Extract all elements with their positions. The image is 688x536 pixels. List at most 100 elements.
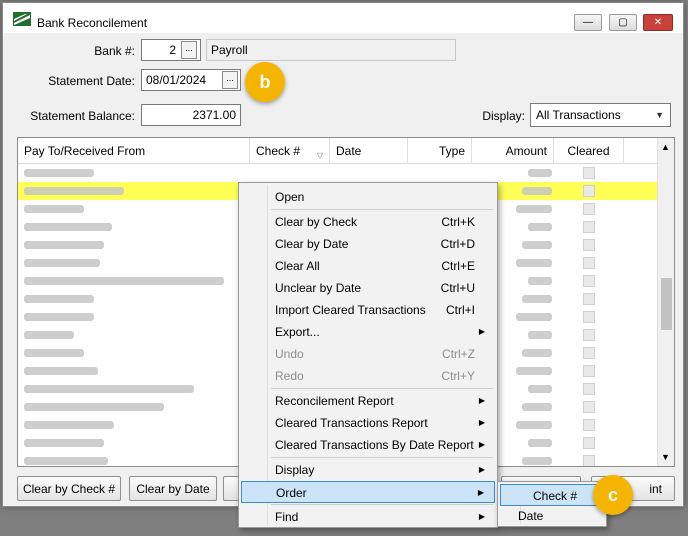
redacted-payee — [24, 187, 124, 195]
cleared-checkbox[interactable] — [583, 329, 595, 341]
redacted-amount — [528, 385, 552, 393]
menu-item-label: Open — [275, 190, 305, 204]
cleared-checkbox[interactable] — [583, 401, 595, 413]
minimize-button[interactable]: — — [574, 14, 602, 31]
cleared-checkbox[interactable] — [583, 383, 595, 395]
cleared-checkbox[interactable] — [583, 347, 595, 359]
cleared-checkbox[interactable] — [583, 167, 595, 179]
menu-item-label: Order — [276, 486, 307, 500]
cleared-checkbox[interactable] — [583, 185, 595, 197]
vertical-scrollbar[interactable]: ▲ ▼ — [657, 138, 674, 466]
cleared-checkbox[interactable] — [583, 203, 595, 215]
redacted-payee — [24, 349, 84, 357]
submenu-arrow-icon: ▶ — [477, 488, 484, 497]
menu-item-clear-by-check[interactable]: Clear by Check Ctrl+K — [241, 211, 495, 233]
cleared-checkbox[interactable] — [583, 365, 595, 377]
redacted-amount — [528, 169, 552, 177]
menu-item-display[interactable]: Display ▶ — [241, 459, 495, 481]
bank-lookup-button[interactable]: ... — [181, 41, 197, 59]
column-payee[interactable]: Pay To/Received From — [18, 138, 250, 164]
menu-item-open[interactable]: Open — [241, 186, 495, 208]
minimize-icon: — — [583, 17, 593, 28]
redacted-amount — [516, 259, 552, 267]
table-row[interactable] — [18, 164, 658, 182]
cleared-checkbox[interactable] — [583, 437, 595, 449]
submenu-arrow-icon: ▶ — [478, 512, 485, 521]
clear-by-date-button[interactable]: Clear by Date — [129, 476, 217, 501]
bank-number-value: 2 — [169, 43, 176, 57]
column-date[interactable]: Date — [330, 138, 408, 164]
column-check-number-label: Check # — [256, 144, 301, 158]
menu-item-label: Cleared Transactions Report — [275, 416, 428, 430]
redacted-amount — [522, 241, 552, 249]
redacted-amount — [522, 295, 552, 303]
scroll-thumb[interactable] — [661, 278, 672, 330]
menu-item-cleared-by-date-report[interactable]: Cleared Transactions By Date Report ▶ — [241, 434, 495, 456]
menu-item-label: Redo — [275, 369, 304, 383]
cleared-checkbox[interactable] — [583, 419, 595, 431]
column-cleared[interactable]: Cleared — [554, 138, 624, 164]
bank-name-field: Payroll — [206, 39, 456, 61]
scroll-up-icon[interactable]: ▲ — [661, 142, 670, 152]
redacted-payee — [24, 403, 164, 411]
redacted-payee — [24, 367, 98, 375]
scroll-down-icon[interactable]: ▼ — [661, 452, 670, 462]
redacted-amount — [528, 439, 552, 447]
redacted-payee — [24, 385, 194, 393]
clear-by-check-button[interactable]: Clear by Check # — [17, 476, 121, 501]
redacted-amount — [522, 187, 552, 195]
grid-header: Pay To/Received From Check # ▽ Date Type… — [18, 138, 658, 164]
cleared-checkbox[interactable] — [583, 311, 595, 323]
maximize-button[interactable]: ▢ — [609, 14, 637, 31]
menu-separator — [271, 457, 493, 458]
menu-item-label: Clear by Check — [275, 215, 358, 229]
menu-item-export[interactable]: Export... ▶ — [241, 321, 495, 343]
submenu-item-date[interactable]: Date — [500, 505, 604, 527]
menu-item-shortcut: Ctrl+I — [445, 303, 475, 317]
cleared-checkbox[interactable] — [583, 257, 595, 269]
cleared-checkbox[interactable] — [583, 455, 595, 466]
menu-item-redo: Redo Ctrl+Y — [241, 365, 495, 387]
column-check-number[interactable]: Check # ▽ — [250, 138, 330, 164]
column-amount[interactable]: Amount — [472, 138, 554, 164]
display-label: Display: — [482, 109, 525, 123]
date-picker-button[interactable]: ... — [222, 71, 238, 89]
redacted-payee — [24, 277, 224, 285]
display-select[interactable]: All Transactions ▼ — [530, 103, 671, 127]
menu-separator — [271, 209, 493, 210]
menu-item-shortcut: Ctrl+K — [441, 215, 475, 229]
statement-balance-field[interactable]: 2371.00 — [141, 104, 241, 126]
bank-number-label: Bank #: — [94, 44, 135, 58]
menu-item-find[interactable]: Find ▶ — [241, 506, 495, 528]
menu-item-label: Export... — [275, 325, 320, 339]
bank-name-value: Payroll — [211, 43, 248, 57]
menu-item-import-cleared[interactable]: Import Cleared Transactions Ctrl+I — [241, 299, 495, 321]
menu-item-reconcilement-report[interactable]: Reconcilement Report ▶ — [241, 390, 495, 412]
menu-item-label: Clear All — [275, 259, 320, 273]
statement-balance-label: Statement Balance: — [30, 109, 135, 123]
redacted-payee — [24, 241, 104, 249]
redacted-payee — [24, 223, 112, 231]
menu-item-order[interactable]: Order ▶ — [241, 481, 495, 503]
cleared-checkbox[interactable] — [583, 221, 595, 233]
maximize-icon: ▢ — [618, 17, 628, 28]
column-type[interactable]: Type — [408, 138, 472, 164]
cleared-checkbox[interactable] — [583, 239, 595, 251]
menu-item-cleared-transactions-report[interactable]: Cleared Transactions Report ▶ — [241, 412, 495, 434]
cleared-checkbox[interactable] — [583, 293, 595, 305]
redacted-payee — [24, 169, 94, 177]
cleared-checkbox[interactable] — [583, 275, 595, 287]
menu-item-undo: Undo Ctrl+Z — [241, 343, 495, 365]
chevron-down-icon: ▼ — [655, 110, 664, 120]
menu-item-unclear-by-date[interactable]: Unclear by Date Ctrl+U — [241, 277, 495, 299]
redacted-amount — [522, 349, 552, 357]
submenu-item-check-number[interactable]: Check # — [500, 484, 604, 506]
close-button[interactable]: ✕ — [643, 14, 673, 31]
menu-item-clear-all[interactable]: Clear All Ctrl+E — [241, 255, 495, 277]
menu-item-clear-by-date[interactable]: Clear by Date Ctrl+D — [241, 233, 495, 255]
redacted-amount — [516, 421, 552, 429]
menu-item-shortcut: Ctrl+Y — [441, 369, 475, 383]
title-bar: Bank Reconcilement — ▢ ✕ — [3, 3, 683, 33]
redacted-amount — [516, 313, 552, 321]
redacted-amount — [516, 367, 552, 375]
